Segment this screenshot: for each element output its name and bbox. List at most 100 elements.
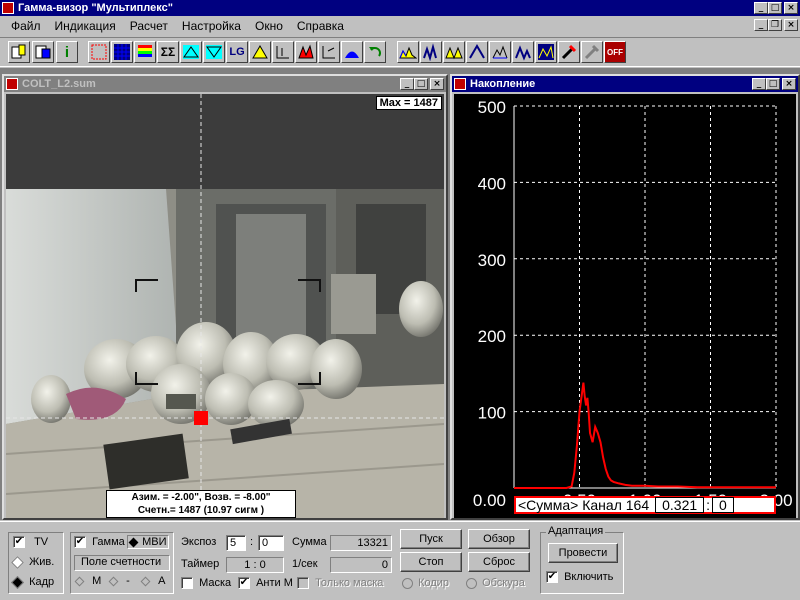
- app-title-bar: Гамма-визор "Мультиплекс" _ □ ×: [0, 0, 800, 16]
- accumulation-window-maximize-button[interactable]: □: [766, 78, 780, 90]
- spectrum-chart[interactable]: 5004003002001000.000.501.001.502.00 <Сум…: [454, 94, 796, 518]
- info-icon[interactable]: i: [56, 41, 78, 63]
- app-title: Гамма-визор "Мультиплекс": [18, 2, 173, 14]
- timer-readout: 1 : 0: [226, 557, 284, 573]
- review-button[interactable]: Обзор: [468, 529, 530, 549]
- frame-mode-option[interactable]: Кадр: [11, 575, 54, 589]
- mask-check-icon: [181, 577, 193, 590]
- open-file-icon[interactable]: [8, 41, 30, 63]
- antimask-checkbox[interactable]: ✔ Анти М: [238, 577, 293, 590]
- exposure-label: Экспоз: [181, 536, 217, 548]
- dash-option[interactable]: -: [108, 575, 130, 587]
- area-fill-icon[interactable]: [341, 41, 363, 63]
- obscura-option[interactable]: Обскура: [466, 577, 525, 589]
- dash-label: -: [126, 575, 130, 587]
- red-peaks-icon[interactable]: [295, 41, 317, 63]
- mvi-diamond-icon: [128, 537, 139, 548]
- menu-file[interactable]: Файл: [4, 19, 48, 33]
- tv-checkbox[interactable]: ✔ TV: [13, 536, 48, 549]
- log-scale-icon[interactable]: LG: [226, 41, 248, 63]
- mask-checkbox[interactable]: Маска: [181, 577, 231, 590]
- image-window-close-button[interactable]: ×: [430, 78, 444, 90]
- menu-help[interactable]: Справка: [290, 19, 351, 33]
- enable-label: Включить: [564, 571, 614, 583]
- accumulation-window-close-button[interactable]: ×: [782, 78, 796, 90]
- menu-display[interactable]: Индикация: [48, 19, 123, 33]
- dash-diamond-icon: [108, 576, 119, 587]
- image-window-maximize-button[interactable]: □: [414, 78, 428, 90]
- gamma-check-icon: ✔: [74, 536, 86, 549]
- count-field-option[interactable]: Поле счетности: [74, 555, 170, 571]
- peak-yellow-icon[interactable]: [249, 41, 271, 63]
- spectrum-2-icon[interactable]: [420, 41, 442, 63]
- mvi-option[interactable]: МВИ: [127, 535, 170, 549]
- run-adaptation-button[interactable]: Провести: [548, 543, 618, 563]
- live-mode-option[interactable]: Жив.: [11, 555, 54, 569]
- baseline-icon[interactable]: [272, 41, 294, 63]
- max-value-label: Max = 1487: [375, 96, 442, 110]
- exposure-seconds-input[interactable]: 0: [258, 535, 284, 551]
- mdi-close-button[interactable]: ×: [784, 19, 798, 31]
- channel-extra: 0: [712, 497, 734, 513]
- only-mask-label: Только маска: [315, 577, 384, 589]
- tools-disabled-icon[interactable]: [581, 41, 603, 63]
- menu-settings[interactable]: Настройка: [175, 19, 248, 33]
- spectrum-6-icon[interactable]: [512, 41, 534, 63]
- marker-icon[interactable]: [318, 41, 340, 63]
- channel-label: <Сумма> Канал 164: [518, 497, 650, 513]
- mdi-workspace: COLT_L2.sum _ □ × Max = 1487 Азим. = -2.…: [0, 68, 800, 520]
- m-diamond-icon: [74, 576, 85, 587]
- tools-icon[interactable]: [558, 41, 580, 63]
- timer-label: Таймер: [181, 558, 220, 570]
- peak-up-icon[interactable]: [180, 41, 202, 63]
- a-option[interactable]: А: [140, 575, 166, 587]
- enable-adaptation-checkbox[interactable]: ✔ Включить: [546, 571, 614, 584]
- menu-bar: Файл Индикация Расчет Настройка Окно Спр…: [0, 16, 800, 36]
- mvi-label: МВИ: [142, 536, 167, 548]
- close-button[interactable]: ×: [784, 2, 798, 14]
- m-option[interactable]: М: [74, 575, 101, 587]
- control-panel: ✔ TV Жив. Кадр ✔ Гамма МВИ Поле счетност…: [0, 521, 800, 600]
- code-option[interactable]: Кодир: [402, 577, 449, 589]
- exposure-minutes-input[interactable]: 5: [226, 535, 246, 551]
- accumulation-window-minimize-button[interactable]: _: [752, 78, 766, 90]
- spectrum-4-icon[interactable]: [466, 41, 488, 63]
- spectrum-1-icon[interactable]: [397, 41, 419, 63]
- only-mask-checkbox[interactable]: Только маска: [297, 577, 384, 590]
- mdi-restore-button[interactable]: ❐: [768, 19, 782, 31]
- code-radio-icon: [402, 577, 413, 589]
- stop-button[interactable]: Стоп: [400, 552, 462, 572]
- power-off-icon[interactable]: OFF: [604, 41, 626, 63]
- menu-window[interactable]: Окно: [248, 19, 290, 33]
- save-file-icon[interactable]: [32, 41, 54, 63]
- a-label: А: [158, 575, 166, 587]
- undo-icon[interactable]: [364, 41, 386, 63]
- spectrum-5-icon[interactable]: [489, 41, 511, 63]
- reset-button[interactable]: Сброс: [468, 552, 530, 572]
- channel-status-bar: <Сумма> Канал 164 0.321 : 0: [514, 496, 776, 514]
- menu-calculation[interactable]: Расчет: [123, 19, 175, 33]
- spectrum-3-icon[interactable]: [443, 41, 465, 63]
- minimize-button[interactable]: _: [754, 2, 768, 14]
- image-window: COLT_L2.sum _ □ × Max = 1487 Азим. = -2.…: [2, 74, 448, 520]
- gamma-label: Гамма: [92, 536, 125, 548]
- obscura-radio-icon: [466, 577, 477, 589]
- mdi-minimize-button[interactable]: _: [754, 19, 768, 31]
- frame-select-icon[interactable]: [88, 41, 110, 63]
- y-tick-label-1: 400: [478, 174, 506, 193]
- grid-icon[interactable]: [111, 41, 133, 63]
- rate-value: 0: [330, 557, 392, 573]
- timer-seconds: 0: [259, 559, 266, 571]
- maximize-button[interactable]: □: [768, 2, 782, 14]
- camera-image[interactable]: Max = 1487 Азим. = -2.00", Возв. = -8.00…: [6, 94, 444, 518]
- palette-icon[interactable]: [134, 41, 156, 63]
- y-tick-label-4: 100: [478, 404, 506, 423]
- enable-check-icon: ✔: [546, 571, 558, 584]
- peak-down-icon[interactable]: [203, 41, 225, 63]
- gamma-checkbox[interactable]: ✔ Гамма: [74, 536, 125, 549]
- sum-sigma-icon[interactable]: ΣΣ: [157, 41, 179, 63]
- spectrum-7-icon[interactable]: [535, 41, 557, 63]
- start-button[interactable]: Пуск: [400, 529, 462, 549]
- image-window-minimize-button[interactable]: _: [400, 78, 414, 90]
- image-window-title: COLT_L2.sum: [22, 78, 96, 90]
